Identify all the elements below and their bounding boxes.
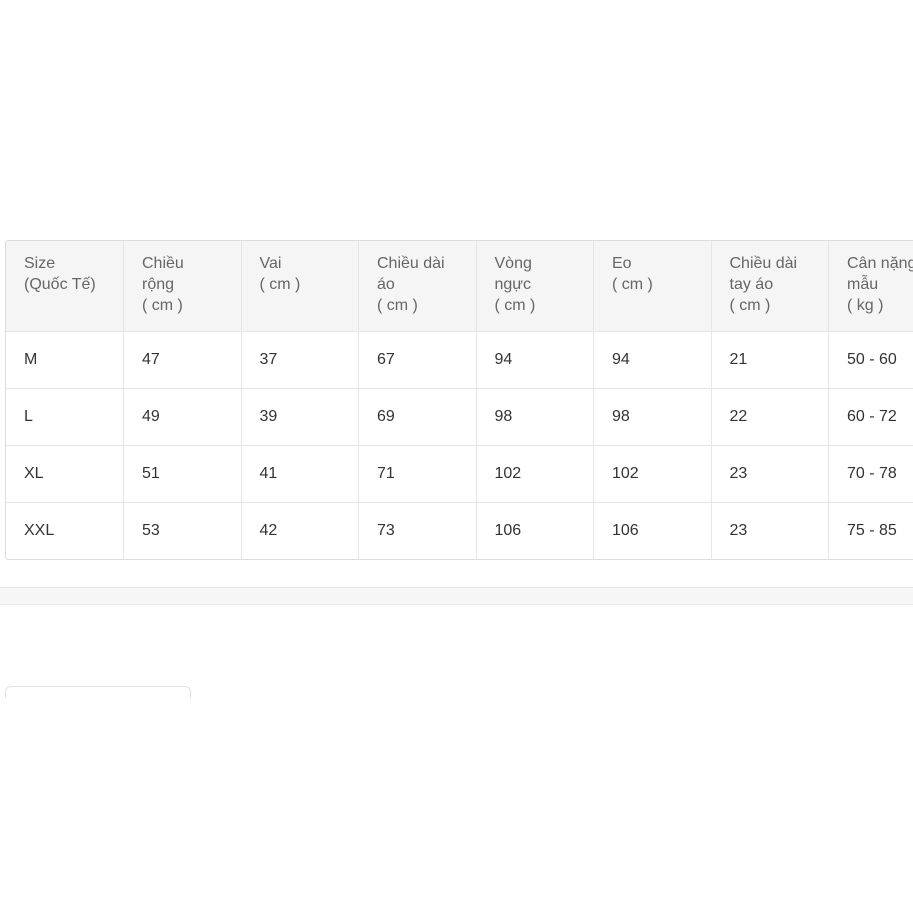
table-cell: 60 - 72: [828, 388, 913, 445]
table-row: XXL 53 42 73 106 106 23 75 - 85: [6, 502, 913, 559]
table-cell: 37: [240, 331, 359, 388]
table-cell: 106: [475, 502, 594, 559]
table-cell: 69: [358, 388, 476, 445]
header-size: Size (Quốc Tế): [24, 255, 96, 293]
header-chest: Vòng ngực ( cm ): [475, 241, 594, 331]
partial-tab-outline: [5, 686, 191, 698]
header-waist: Eo ( cm ): [593, 241, 711, 331]
table-cell: 94: [475, 331, 594, 388]
table-cell: 21: [710, 331, 829, 388]
table-cell: M: [24, 350, 38, 368]
table-cell: 70 - 78: [828, 445, 913, 502]
header-width: Chiều rộng ( cm ): [123, 241, 241, 331]
page: Size (Quốc Tế) Chiều rộng ( cm ) Vai ( c…: [0, 0, 913, 913]
table-cell: 98: [593, 388, 711, 445]
header-shoulder: Vai ( cm ): [240, 241, 359, 331]
header-shirt-length: Chiều dài áo ( cm ): [358, 241, 476, 331]
table-cell: 67: [358, 331, 476, 388]
size-chart-table-container: Size (Quốc Tế) Chiều rộng ( cm ) Vai ( c…: [5, 240, 913, 560]
header-sleeve-length: Chiều dài tay áo ( cm ): [710, 241, 829, 331]
table-cell: 42: [240, 502, 359, 559]
table-cell: 51: [123, 445, 241, 502]
section-divider: [0, 587, 913, 605]
table-cell: 73: [358, 502, 476, 559]
table-cell: 106: [593, 502, 711, 559]
table-cell: 94: [593, 331, 711, 388]
table-cell: 39: [240, 388, 359, 445]
table-cell: 22: [710, 388, 829, 445]
table-cell: 23: [710, 502, 829, 559]
table-cell: 98: [475, 388, 594, 445]
size-chart-table: Size (Quốc Tế) Chiều rộng ( cm ) Vai ( c…: [6, 241, 913, 559]
table-cell: 41: [240, 445, 359, 502]
table-cell: 23: [710, 445, 829, 502]
table-cell: 102: [475, 445, 594, 502]
table-cell: 49: [123, 388, 241, 445]
table-cell: 75 - 85: [828, 502, 913, 559]
table-cell: 50 - 60: [828, 331, 913, 388]
table-cell: XXL: [24, 521, 55, 539]
table-cell: 102: [593, 445, 711, 502]
header-model-weight: Cân nặng mẫu ( kg ): [828, 241, 913, 331]
table-row: L 49 39 69 98 98 22 60 - 72: [6, 388, 913, 445]
table-cell: 71: [358, 445, 476, 502]
table-cell: 47: [123, 331, 241, 388]
table-row: M 47 37 67 94 94 21 50 - 60: [6, 331, 913, 388]
table-header-row: Size (Quốc Tế) Chiều rộng ( cm ) Vai ( c…: [6, 241, 913, 331]
table-cell: 53: [123, 502, 241, 559]
table-cell: L: [24, 407, 33, 425]
table-cell: XL: [24, 464, 44, 482]
table-row: XL 51 41 71 102 102 23 70 - 78: [6, 445, 913, 502]
